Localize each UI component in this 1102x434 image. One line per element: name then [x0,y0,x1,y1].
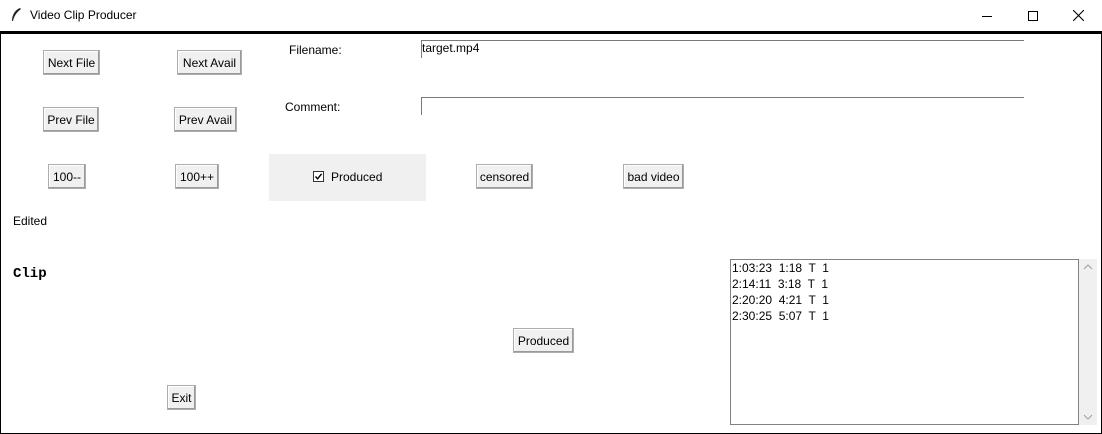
exit-button[interactable]: Exit [167,385,196,410]
plus-100-button[interactable]: 100++ [175,164,219,189]
prev-avail-button[interactable]: Prev Avail [174,107,237,132]
produced-button[interactable]: Produced [513,328,574,353]
scroll-up-icon[interactable] [1079,260,1097,274]
next-avail-button[interactable]: Next Avail [177,50,242,75]
checkmark-icon [314,173,323,180]
edited-status: Edited [13,214,48,228]
list-item[interactable]: 1:03:23 1:18 T 1 [731,260,1078,276]
feather-icon [12,8,21,21]
scroll-down-icon[interactable] [1079,410,1097,424]
filename-label: Filename: [289,43,342,57]
maximize-button[interactable] [1010,0,1056,31]
comment-field[interactable] [421,97,1024,115]
minimize-icon [982,15,992,17]
list-item[interactable]: 2:30:25 5:07 T 1 [731,308,1078,324]
close-icon [1072,10,1084,21]
filename-field[interactable]: target.mp4 [421,40,1024,58]
maximize-icon [1028,10,1038,21]
minimize-button[interactable] [964,0,1010,31]
window-title: Video Clip Producer [30,8,137,22]
produced-checkbox-panel[interactable]: Produced [269,154,426,201]
produced-checkbox[interactable] [313,171,324,182]
next-file-button[interactable]: Next File [43,50,100,75]
list-item[interactable]: 2:14:11 3:18 T 1 [731,276,1078,292]
prev-file-button[interactable]: Prev File [43,107,99,132]
censored-button[interactable]: censored [476,164,533,189]
clip-heading: Clip [13,266,47,282]
title-bar: Video Clip Producer [0,0,1102,31]
listbox-scrollbar[interactable] [1079,259,1097,425]
bad-video-button[interactable]: bad video [623,164,684,189]
clip-listbox[interactable]: 1:03:23 1:18 T 1 2:14:11 3:18 T 1 2:20:2… [730,259,1079,425]
produced-checkbox-label: Produced [331,170,383,184]
list-item[interactable]: 2:20:20 4:21 T 1 [731,292,1078,308]
close-button[interactable] [1055,0,1101,31]
minus-100-button[interactable]: 100-- [48,164,86,189]
comment-label: Comment: [285,100,341,114]
